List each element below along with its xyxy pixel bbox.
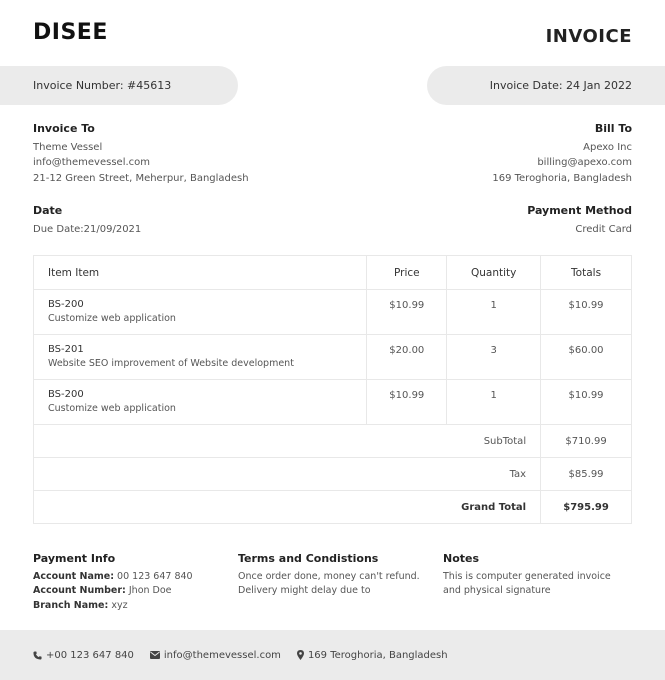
subtotal-row: SubTotal $710.99 [32,424,632,458]
due-date: Due Date:21/09/2021 [33,223,142,235]
payment-info-block: Payment Info Account Name: 00 123 647 84… [33,552,193,613]
account-number-line: Account Number: Jhon Doe [33,584,193,599]
footer-contact-bar: +00 123 647 840 info@themevessel.com 169… [0,630,665,680]
table-row: BS-200 Customize web application $10.99 … [32,379,632,425]
branch-name-label: Branch Name: [33,599,109,611]
payment-method-value: Credit Card [575,223,632,235]
envelope-icon [149,651,160,659]
map-marker-icon [296,650,304,660]
item-description: Website SEO improvement of Website devel… [48,358,294,369]
subtotal-value: $710.99 [540,424,632,458]
item-price: $20.00 [366,334,448,380]
payment-method-heading: Payment Method [527,204,632,217]
item-description: Customize web application [48,313,176,324]
account-name-label: Account Name: [33,570,115,582]
branch-name-line: Branch Name: xyz [33,599,193,614]
table-row: BS-200 Customize web application $10.99 … [32,289,632,335]
terms-heading: Terms and Condistions [238,552,379,565]
grand-total-value: $795.99 [540,490,632,524]
invoice-number: Invoice Number: #45613 [33,79,172,92]
invoice-to-name: Theme Vessel [33,141,103,153]
column-header-totals: Totals [540,255,632,290]
item-quantity: 1 [446,379,542,425]
document-title: INVOICE [545,26,632,47]
item-price: $10.99 [366,289,448,335]
notes-line-2: and physical signature [443,585,551,596]
terms-line-2: Delivery might delay due to [238,585,371,596]
footer-address[interactable]: 169 Teroghoria, Bangladesh [296,649,448,661]
account-number-label: Account Number: [33,585,126,596]
notes-line-1: This is computer generated invoice [443,570,611,582]
payment-method-block: Payment Method Credit Card [527,203,632,237]
tax-value: $85.99 [540,457,632,491]
table-row: BS-201 Website SEO improvement of Websit… [32,334,632,380]
bill-to-email: billing@apexo.com [537,157,632,168]
item-total: $60.00 [540,334,632,380]
account-number-value: Jhon Doe [125,585,172,596]
phone-icon [33,650,42,660]
bill-to-name: Apexo Inc [583,141,632,153]
date-heading: Date [33,204,63,217]
item-cell: BS-200 Customize web application [32,379,368,425]
terms-block: Terms and Condistions Once order done, m… [238,552,420,599]
bill-to-block: Bill To Apexo Inc billing@apexo.com 169 … [492,121,632,186]
item-code: BS-200 [48,389,84,400]
invoice-to-heading: Invoice To [33,122,95,135]
item-cell: BS-200 Customize web application [32,289,368,335]
item-price: $10.99 [366,379,448,425]
invoice-items-table: Item Item Price Quantity Totals BS-200 C… [32,255,632,524]
footer-address-text: 169 Teroghoria, Bangladesh [307,649,448,661]
footer-email-text: info@themevessel.com [163,649,281,661]
item-description: Customize web application [48,403,176,414]
item-total: $10.99 [540,289,632,335]
footer-phone-text: +00 123 647 840 [46,649,134,661]
branch-name-value: xyz [108,599,128,611]
bill-to-heading: Bill To [594,122,632,135]
invoice-to-address: 21-12 Green Street, Meherpur, Bangladesh [33,172,249,184]
item-total: $10.99 [540,379,632,425]
invoice-date-pill: Invoice Date: 24 Jan 2022 [427,66,665,105]
column-header-quantity: Quantity [446,255,542,290]
item-cell: BS-201 Website SEO improvement of Websit… [32,334,368,380]
item-code: BS-201 [48,344,84,355]
tax-row: Tax $85.99 [32,457,632,491]
column-header-item: Item Item [32,255,368,290]
bill-to-address: 169 Teroghoria, Bangladesh [492,172,632,184]
notes-block: Notes This is computer generated invoice… [443,552,611,599]
item-quantity: 1 [446,289,542,335]
account-name-line: Account Name: 00 123 647 840 [33,570,193,585]
account-name-value: 00 123 647 840 [114,570,193,582]
grand-total-label: Grand Total [32,490,542,524]
invoice-to-block: Invoice To Theme Vessel info@themevessel… [33,121,249,186]
notes-heading: Notes [443,552,480,565]
grand-total-row: Grand Total $795.99 [32,490,632,524]
invoice-date: Invoice Date: 24 Jan 2022 [489,79,632,92]
date-block: Date Due Date:21/09/2021 [33,203,141,237]
invoice-to-email: info@themevessel.com [33,157,151,168]
invoice-number-pill: Invoice Number: #45613 [0,66,238,105]
column-header-price: Price [366,255,448,290]
tax-label: Tax [32,457,542,491]
footer-phone[interactable]: +00 123 647 840 [33,650,134,661]
terms-line-1: Once order done, money can't refund. [238,570,420,582]
footer-email[interactable]: info@themevessel.com [149,649,281,661]
payment-info-heading: Payment Info [33,552,116,565]
brand-logo: DISEE [33,20,108,45]
item-quantity: 3 [446,334,542,380]
item-code: BS-200 [48,299,84,310]
table-header-row: Item Item Price Quantity Totals [32,255,632,290]
subtotal-label: SubTotal [32,424,542,458]
